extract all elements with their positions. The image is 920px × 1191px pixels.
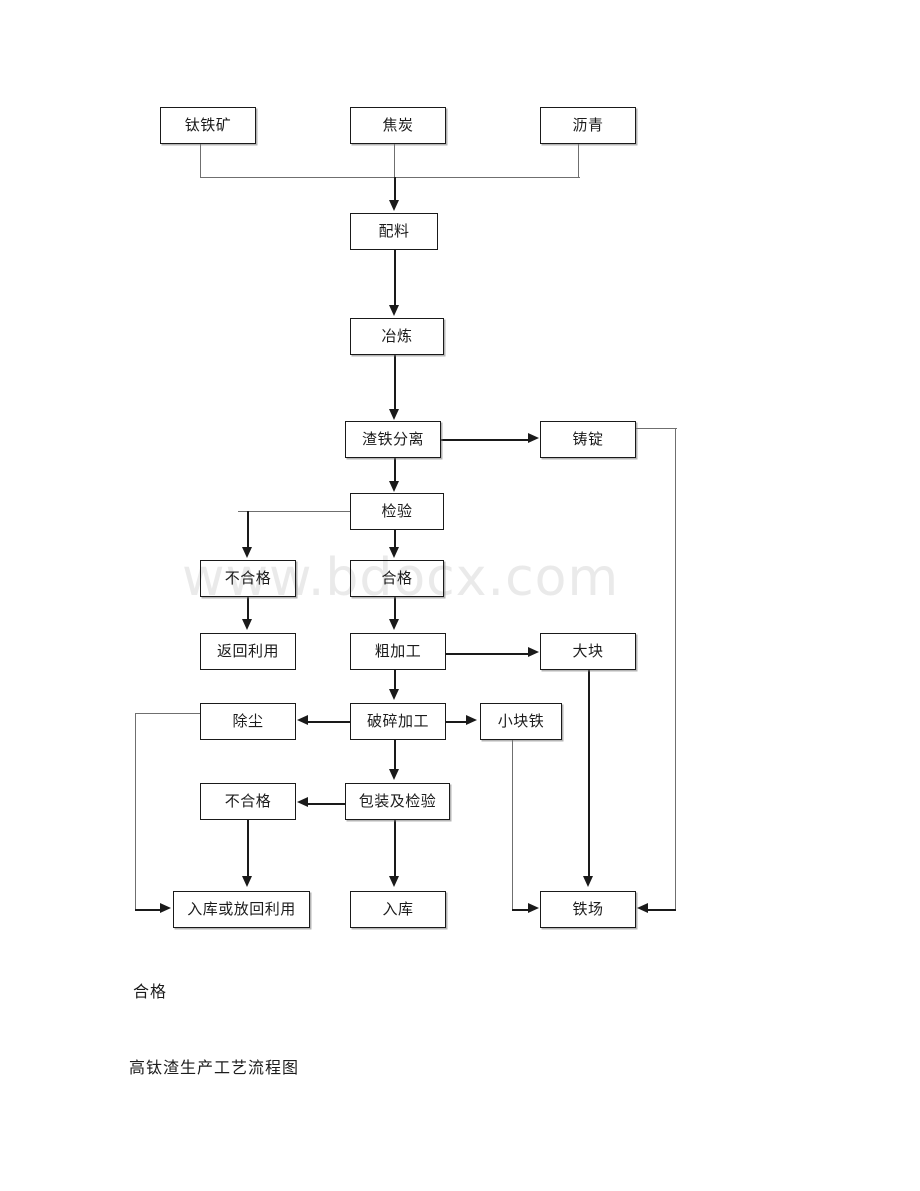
node-store-or-reuse[interactable]: 入库或放回利用 <box>173 891 310 928</box>
node-label: 小块铁 <box>497 712 545 730</box>
node-crushing-processing[interactable]: 破碎加工 <box>350 703 446 740</box>
node-iron-yard[interactable]: 铁场 <box>540 891 636 928</box>
node-label: 不合格 <box>224 792 272 810</box>
diagram-title: 高钛渣生产工艺流程图 <box>129 1058 300 1077</box>
arrow-to-smelting <box>389 305 399 316</box>
node-ingot-casting[interactable]: 铸锭 <box>540 421 636 458</box>
node-pitch[interactable]: 沥青 <box>540 107 636 144</box>
edge-inspection-to-fail <box>247 511 249 549</box>
edge-inspection-left <box>238 511 351 513</box>
edge-rough-to-bigblock <box>446 653 529 655</box>
node-label: 不合格 <box>224 569 272 587</box>
arrow-to-rough-proc <box>389 619 399 630</box>
arrow-to-batching <box>389 200 399 211</box>
node-label: 铁场 <box>572 900 604 918</box>
edge-pass-to-rough <box>394 597 396 621</box>
node-label: 粗加工 <box>374 642 422 660</box>
node-dedusting[interactable]: 除尘 <box>200 703 296 740</box>
arrow-ingot-to-ironyard <box>637 903 648 913</box>
edge-pack-to-fail2 <box>308 803 346 805</box>
arrow-to-small-iron <box>466 715 477 725</box>
node-label: 冶炼 <box>381 327 413 345</box>
edge-dedusting-down <box>135 713 137 910</box>
arrow-fail2-to-store-reuse <box>242 876 252 887</box>
node-label: 入库 <box>382 900 414 918</box>
node-label: 配料 <box>378 222 410 240</box>
edge-crush-to-pack <box>394 740 396 771</box>
edge-pack-to-storage <box>394 820 396 879</box>
edge-batching-to-smelting <box>394 250 396 307</box>
edge-dedusting-left <box>135 713 201 715</box>
caption-pass-label: 合格 <box>133 982 168 1001</box>
edge-fail-to-return <box>247 597 249 621</box>
node-batching[interactable]: 配料 <box>350 213 438 250</box>
arrow-to-crush-proc <box>389 689 399 700</box>
flowchart-page: www.bdocx.com 钛铁矿 焦炭 沥青 配料 冶炼 渣铁分离 铸锭 检验… <box>0 0 920 1191</box>
node-pass-inspection[interactable]: 合格 <box>350 560 444 597</box>
edge-fail2-to-store-reuse <box>247 820 249 879</box>
arrow-smalliron-to-ironyard <box>528 903 539 913</box>
arrow-to-inspection <box>389 481 399 492</box>
node-fail-packaging[interactable]: 不合格 <box>200 783 296 820</box>
node-label: 除尘 <box>232 712 264 730</box>
edge-smelting-to-slagsep <box>394 355 396 412</box>
arrow-to-fail-1 <box>242 547 252 558</box>
node-fail-inspection[interactable]: 不合格 <box>200 560 296 597</box>
node-coke[interactable]: 焦炭 <box>350 107 446 144</box>
edge-rough-to-crush <box>394 670 396 691</box>
node-label: 铸锭 <box>572 430 604 448</box>
arrow-to-return-reuse <box>242 619 252 630</box>
node-inspection[interactable]: 检验 <box>350 493 444 530</box>
node-label: 合格 <box>381 569 413 587</box>
arrow-to-dedusting <box>297 715 308 725</box>
arrow-to-big-block <box>528 647 539 657</box>
edge-ingot-down <box>675 428 677 910</box>
node-label: 大块 <box>572 642 604 660</box>
arrow-to-pass-1 <box>389 547 399 558</box>
node-small-iron-block[interactable]: 小块铁 <box>480 703 562 740</box>
edge-merge-bus <box>200 177 580 179</box>
node-big-block[interactable]: 大块 <box>540 633 636 670</box>
node-label: 焦炭 <box>382 116 414 134</box>
edge-smalliron-into-ironyard <box>512 909 529 911</box>
node-label: 包装及检验 <box>358 792 437 810</box>
node-label: 返回利用 <box>216 642 279 660</box>
edge-bigblock-to-ironyard <box>588 670 590 878</box>
node-smelting[interactable]: 冶炼 <box>350 318 444 355</box>
node-label: 钛铁矿 <box>184 116 232 134</box>
arrow-to-slagsep <box>389 409 399 420</box>
node-return-reuse[interactable]: 返回利用 <box>200 633 296 670</box>
edge-dedusting-into-store <box>135 909 161 911</box>
node-packaging-inspection[interactable]: 包装及检验 <box>345 783 450 820</box>
edge-coke-drop <box>394 144 396 178</box>
edge-crush-to-smalliron <box>446 721 468 723</box>
node-rough-processing[interactable]: 粗加工 <box>350 633 446 670</box>
edge-slagsep-to-ingot <box>441 439 529 441</box>
node-label: 入库或放回利用 <box>187 900 296 918</box>
node-ilmenite[interactable]: 钛铁矿 <box>160 107 256 144</box>
arrow-to-ingot <box>528 433 539 443</box>
node-label: 检验 <box>381 502 413 520</box>
node-label: 渣铁分离 <box>361 430 424 448</box>
arrow-to-fail-2 <box>297 797 308 807</box>
edge-ingot-right <box>636 428 677 430</box>
edge-pitch-drop <box>578 144 580 178</box>
node-label: 沥青 <box>572 116 604 134</box>
edge-smalliron-down <box>512 740 514 910</box>
arrow-dedusting-to-store-reuse <box>160 903 171 913</box>
edge-crush-to-dedusting <box>308 721 350 723</box>
arrow-to-pack-inspect <box>389 769 399 780</box>
edge-ingot-into-ironyard <box>648 909 676 911</box>
node-label: 破碎加工 <box>366 712 429 730</box>
edge-ilmenite-drop <box>200 144 202 178</box>
node-slag-iron-separation[interactable]: 渣铁分离 <box>345 421 441 458</box>
node-storage[interactable]: 入库 <box>350 891 446 928</box>
edge-bus-to-batching <box>394 177 396 202</box>
arrow-to-storage <box>389 876 399 887</box>
arrow-bigblock-to-ironyard <box>583 876 593 887</box>
